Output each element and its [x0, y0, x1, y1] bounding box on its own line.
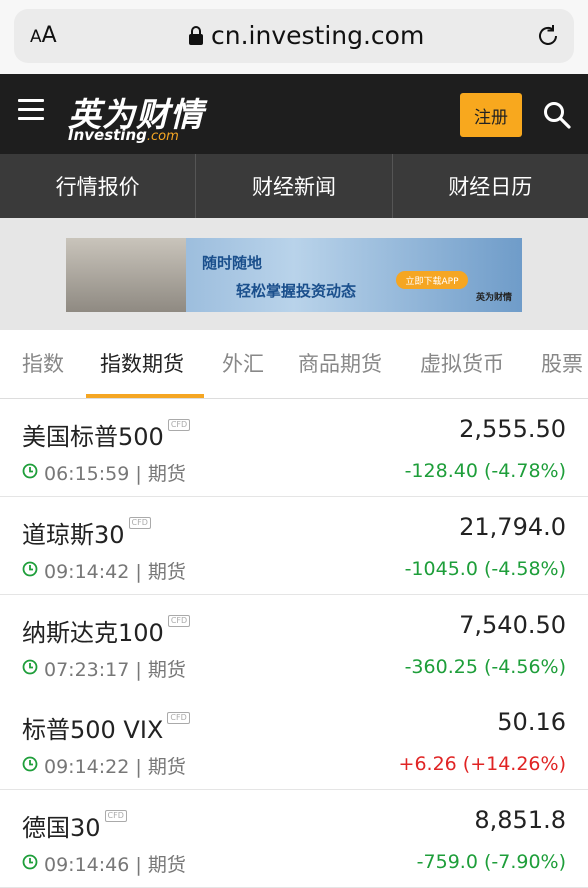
- banner-image: [66, 238, 186, 312]
- clock-icon: [22, 463, 38, 479]
- clock-icon: [22, 854, 38, 870]
- price-change: -1045.0 (-4.58%): [404, 558, 566, 580]
- price-change: -759.0 (-7.90%): [416, 851, 566, 873]
- category-tabs: 指数 指数期货 外汇 商品期货 虚拟货币 股票: [0, 330, 588, 399]
- instrument-name[interactable]: 德国30 CFD: [22, 808, 127, 843]
- reload-icon[interactable]: [534, 22, 562, 50]
- nav-news[interactable]: 财经新闻: [196, 154, 393, 218]
- timestamp-type: 09:14:42 | 期货: [44, 561, 186, 583]
- last-price: 2,555.50: [459, 415, 566, 443]
- quote-row[interactable]: 德国30 CFD 8,851.8 09:14:46 | 期货 -759.0 (-7.90…: [0, 790, 588, 888]
- clock-icon: [22, 659, 38, 675]
- cfd-badge: CFD: [104, 810, 127, 822]
- ad-banner-area: 随时随地 轻松掌握投资动态 立即下载APP 英为财情: [0, 218, 588, 330]
- nav-calendar[interactable]: 财经日历: [393, 154, 588, 218]
- url-text[interactable]: cn.investing.com: [211, 21, 424, 50]
- price-change: -128.40 (-4.78%): [404, 460, 566, 482]
- quote-row[interactable]: 美国标普500 CFD 2,555.50 06:15:59 | 期货 -128.40 (…: [0, 399, 588, 497]
- cfd-badge: CFD: [167, 712, 190, 724]
- instrument-name[interactable]: 纳斯达克100 CFD: [22, 613, 191, 648]
- instrument-name[interactable]: 美国标普500 CFD: [22, 417, 191, 452]
- instrument-name[interactable]: 道琼斯30 CFD: [22, 515, 151, 550]
- cfd-badge: CFD: [128, 517, 151, 529]
- logo-english-name: Investing: [68, 126, 147, 144]
- price-change: -360.25 (-4.56%): [404, 656, 566, 678]
- instrument-name-text: 纳斯达克100: [22, 619, 164, 647]
- timestamp-type: 09:14:22 | 期货: [44, 756, 186, 778]
- timestamp-type: 06:15:59 | 期货: [44, 463, 186, 485]
- lock-icon: [189, 26, 203, 45]
- search-icon[interactable]: [542, 100, 572, 130]
- text-size-button[interactable]: AA: [30, 23, 57, 48]
- logo-english[interactable]: Investing.com: [68, 126, 179, 144]
- text-size-small-glyph: A: [30, 27, 42, 47]
- instrument-name-text: 美国标普500: [22, 423, 164, 451]
- quote-type: 期货: [147, 659, 186, 681]
- nav-quotes[interactable]: 行情报价: [0, 154, 197, 218]
- clock-icon: [22, 561, 38, 577]
- hamburger-menu-icon[interactable]: [18, 99, 44, 121]
- last-price: 7,540.50: [459, 611, 566, 639]
- quote-row[interactable]: 道琼斯30 CFD 21,794.0 09:14:42 | 期货 -1045.0 (-4…: [0, 497, 588, 595]
- quote-type: 期货: [147, 854, 186, 876]
- ad-banner[interactable]: 随时随地 轻松掌握投资动态 立即下载APP 英为财情: [66, 238, 522, 312]
- instrument-name-text: 德国30: [22, 814, 101, 842]
- last-price: 21,794.0: [459, 513, 566, 541]
- tab-commodity-futures[interactable]: 商品期货: [298, 348, 382, 378]
- price-change: +6.26 (+14.26%): [398, 753, 566, 775]
- tab-forex[interactable]: 外汇: [222, 348, 264, 378]
- active-tab-indicator: [86, 394, 204, 398]
- last-price: 8,851.8: [474, 806, 566, 834]
- banner-download-button[interactable]: 立即下载APP: [396, 271, 468, 289]
- clock-icon: [22, 756, 38, 772]
- text-size-large-glyph: A: [41, 23, 57, 48]
- last-price: 50.16: [497, 708, 566, 736]
- instrument-name-text: 标普500 VIX: [22, 716, 164, 744]
- instrument-name-text: 道琼斯30: [22, 521, 125, 549]
- browser-bar: AA cn.investing.com: [0, 0, 588, 74]
- tab-indices[interactable]: 指数: [22, 348, 64, 378]
- quote-row[interactable]: 纳斯达克100 CFD 7,540.50 07:23:17 | 期货 -360.25 (…: [0, 595, 588, 693]
- tab-stocks[interactable]: 股票: [541, 348, 583, 378]
- banner-line1: 随时随地: [202, 254, 263, 272]
- timestamp-type: 07:23:17 | 期货: [44, 659, 186, 681]
- quote-type: 期货: [147, 561, 186, 583]
- register-button[interactable]: 注册: [460, 93, 522, 137]
- quote-type: 期货: [147, 463, 186, 485]
- site-header: 英为财情 Investing.com 注册: [0, 74, 588, 154]
- tab-crypto[interactable]: 虚拟货币: [420, 348, 504, 378]
- quote-time: 06:15:59: [44, 463, 130, 485]
- timestamp-type: 09:14:46 | 期货: [44, 854, 186, 876]
- tab-index-futures[interactable]: 指数期货: [100, 348, 184, 378]
- banner-line2: 轻松掌握投资动态: [236, 282, 357, 300]
- banner-logo: 英为财情: [476, 293, 513, 303]
- instrument-name[interactable]: 标普500 VIX CFD: [22, 710, 190, 745]
- address-bar[interactable]: AA cn.investing.com: [14, 9, 574, 63]
- cfd-badge: CFD: [167, 419, 191, 431]
- quote-time: 09:14:22: [44, 756, 130, 778]
- main-nav: 行情报价 财经新闻 财经日历: [0, 154, 588, 218]
- cfd-badge: CFD: [167, 615, 191, 627]
- quote-row[interactable]: 标普500 VIX CFD 50.16 09:14:22 | 期货 +6.26 (+14…: [0, 692, 588, 790]
- quote-time: 09:14:46: [44, 854, 130, 876]
- logo-english-suffix: .com: [146, 129, 179, 144]
- quote-type: 期货: [147, 756, 186, 778]
- quote-time: 09:14:42: [44, 561, 130, 583]
- quote-time: 07:23:17: [44, 659, 130, 681]
